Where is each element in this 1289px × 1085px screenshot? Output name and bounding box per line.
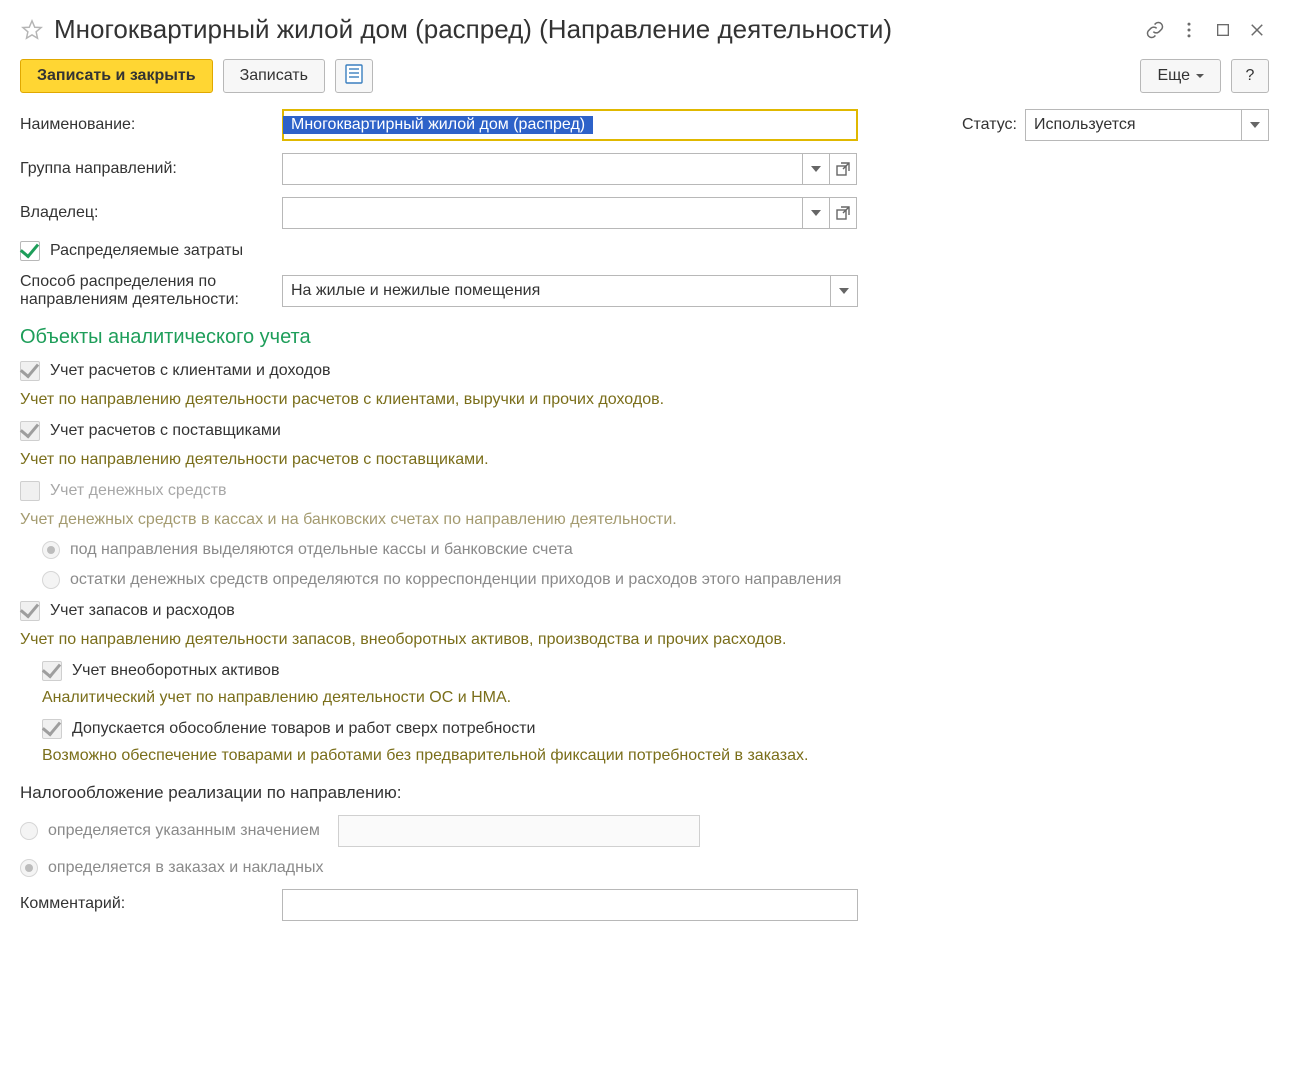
- suppliers-note: Учет по направлению деятельности расчето…: [20, 451, 1269, 469]
- cash-radio-correspondence-label: остатки денежных средств определяются по…: [70, 571, 841, 589]
- stock-checkbox: [20, 601, 40, 621]
- favorite-star-icon[interactable]: [20, 18, 44, 42]
- allow-over-label: Допускается обособление товаров и работ …: [72, 720, 535, 738]
- tax-header: Налогообложение реализации по направлени…: [20, 783, 1269, 803]
- fixed-assets-note: Аналитический учет по направлению деятел…: [42, 689, 1269, 707]
- distributed-costs-label: Распределяемые затраты: [50, 242, 243, 260]
- suppliers-label: Учет расчетов с поставщиками: [50, 422, 281, 440]
- save-and-close-button[interactable]: Записать и закрыть: [20, 59, 213, 93]
- allow-over-checkbox: [42, 719, 62, 739]
- stock-label: Учет запасов и расходов: [50, 602, 235, 620]
- close-icon[interactable]: [1245, 18, 1269, 42]
- status-select[interactable]: Используется: [1025, 109, 1241, 141]
- analytics-section-title: Объекты аналитического учета: [20, 326, 1269, 349]
- dist-method-dropdown-button[interactable]: [830, 275, 858, 307]
- owner-input[interactable]: [282, 197, 802, 229]
- window-title: Многоквартирный жилой дом (распред) (Нап…: [54, 14, 1133, 45]
- report-button[interactable]: [335, 59, 373, 93]
- comment-input[interactable]: [282, 889, 858, 921]
- cash-label: Учет денежных средств: [50, 482, 227, 500]
- fixed-assets-label: Учет внеоборотных активов: [72, 662, 279, 680]
- suppliers-checkbox: [20, 421, 40, 441]
- clients-checkbox: [20, 361, 40, 381]
- name-value: Многоквартирный жилой дом (распред): [283, 116, 593, 134]
- tax-radio-by-value: [20, 822, 38, 840]
- maximize-icon[interactable]: [1211, 18, 1235, 42]
- help-button[interactable]: ?: [1231, 59, 1269, 93]
- cash-checkbox: [20, 481, 40, 501]
- open-external-icon: [836, 162, 850, 176]
- stock-note: Учет по направлению деятельности запасов…: [20, 631, 1269, 649]
- dist-method-value: На жилые и нежилые помещения: [291, 282, 540, 300]
- name-input[interactable]: Многоквартирный жилой дом (распред): [282, 109, 858, 141]
- link-icon[interactable]: [1143, 18, 1167, 42]
- allow-over-note: Возможно обеспечение товарами и работами…: [42, 747, 1269, 765]
- status-label: Статус:: [962, 116, 1017, 134]
- status-value: Используется: [1034, 116, 1136, 134]
- group-dropdown-button[interactable]: [802, 153, 830, 185]
- clients-note: Учет по направлению деятельности расчето…: [20, 391, 1269, 409]
- group-input[interactable]: [282, 153, 802, 185]
- owner-open-button[interactable]: [829, 197, 857, 229]
- more-button[interactable]: Еще: [1140, 59, 1221, 93]
- tax-radio-by-orders-label: определяется в заказах и накладных: [48, 859, 323, 877]
- owner-dropdown-button[interactable]: [802, 197, 830, 229]
- dist-method-label: Способ распределения по направлениям дея…: [20, 273, 272, 310]
- kebab-menu-icon[interactable]: [1177, 18, 1201, 42]
- tax-radio-by-orders: [20, 859, 38, 877]
- dist-method-select[interactable]: На жилые и нежилые помещения: [282, 275, 830, 307]
- name-label: Наименование:: [20, 116, 272, 134]
- report-icon: [345, 64, 363, 89]
- cash-radio-correspondence: [42, 571, 60, 589]
- status-dropdown-button[interactable]: [1241, 109, 1269, 141]
- cash-radio-separate-label: под направления выделяются отдельные кас…: [70, 541, 573, 559]
- cash-radio-separate: [42, 541, 60, 559]
- owner-label: Владелец:: [20, 204, 272, 222]
- group-open-button[interactable]: [829, 153, 857, 185]
- tax-value-input: [338, 815, 700, 847]
- comment-label: Комментарий:: [20, 889, 272, 913]
- save-button[interactable]: Записать: [223, 59, 325, 93]
- cash-note: Учет денежных средств в кассах и на банк…: [20, 511, 1269, 529]
- fixed-assets-checkbox: [42, 661, 62, 681]
- distributed-costs-checkbox[interactable]: [20, 241, 40, 261]
- clients-label: Учет расчетов с клиентами и доходов: [50, 362, 331, 380]
- open-external-icon: [836, 206, 850, 220]
- group-label: Группа направлений:: [20, 160, 272, 178]
- tax-radio-by-value-label: определяется указанным значением: [48, 822, 320, 840]
